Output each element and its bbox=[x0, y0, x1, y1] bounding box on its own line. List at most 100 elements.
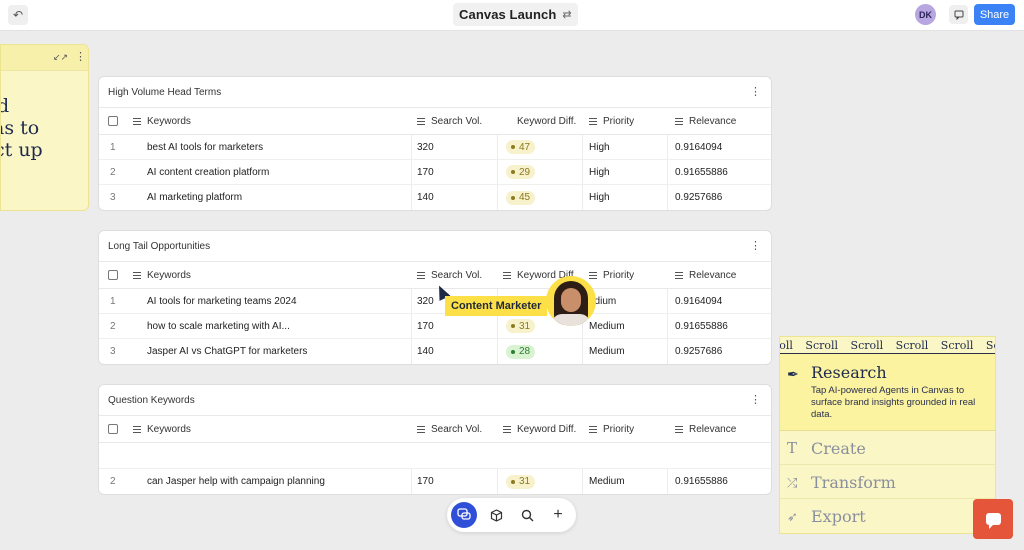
canvas-title: Canvas Launch bbox=[459, 7, 557, 22]
column-keywords[interactable]: Keywords bbox=[147, 116, 191, 127]
comment-button[interactable] bbox=[949, 5, 968, 24]
kd-badge: 31 bbox=[506, 474, 536, 489]
priority-cell[interactable]: Medium bbox=[589, 314, 625, 338]
relevance-cell[interactable]: 0.9257686 bbox=[675, 185, 722, 210]
search-vol-cell[interactable]: 320 bbox=[417, 135, 434, 159]
chat-support-button[interactable] bbox=[973, 499, 1013, 539]
text-column-icon bbox=[417, 117, 425, 125]
table-high-volume: High Volume Head Terms ⋮ Keywords Search… bbox=[98, 76, 772, 211]
keyword-cell[interactable]: AI tools for marketing teams 2024 bbox=[147, 289, 297, 313]
feature-label: Transform bbox=[811, 473, 896, 492]
marquee-word: Scroll bbox=[940, 339, 974, 352]
table-question-keywords: Question Keywords ⋮ Keywords Search Vol.… bbox=[98, 384, 772, 495]
pen-nib-icon: ✒ bbox=[787, 366, 799, 382]
relevance-cell[interactable]: 0.9257686 bbox=[675, 339, 722, 364]
row-number: 1 bbox=[110, 295, 116, 307]
table-row[interactable]: 2 how to scale marketing with AI... 170 … bbox=[99, 314, 771, 339]
relevance-cell[interactable]: 0.91655886 bbox=[675, 469, 728, 494]
table-header: Question Keywords ⋮ bbox=[99, 385, 771, 416]
column-priority[interactable]: Priority bbox=[603, 116, 634, 127]
marquee-word: Scroll bbox=[985, 339, 995, 352]
user-avatar[interactable]: DK bbox=[915, 4, 936, 25]
priority-cell[interactable]: Medium bbox=[589, 339, 625, 364]
collapse-icon[interactable]: ↙↗ bbox=[53, 52, 68, 63]
priority-cell[interactable]: Medium bbox=[589, 469, 625, 494]
kebab-menu-icon[interactable]: ⋮ bbox=[750, 85, 761, 98]
column-search-vol[interactable]: Search Vol. bbox=[431, 270, 482, 281]
kd-badge: 28 bbox=[506, 344, 536, 359]
chat-icon bbox=[457, 508, 471, 520]
kd-badge: 29 bbox=[506, 165, 536, 179]
keyword-cell[interactable]: AI content creation platform bbox=[147, 160, 269, 184]
column-keywords[interactable]: Keywords bbox=[147, 270, 191, 281]
column-search-vol[interactable]: Search Vol. bbox=[431, 424, 482, 435]
note-text: d as to ct up bbox=[1, 95, 48, 161]
column-keyword-diff[interactable]: Keyword Diff. bbox=[517, 116, 576, 127]
chat-mode-button[interactable] bbox=[451, 502, 477, 528]
feature-item-export[interactable]: ➶ Export bbox=[780, 499, 995, 533]
priority-cell[interactable]: High bbox=[589, 160, 610, 184]
keyword-cell[interactable]: Jasper AI vs ChatGPT for marketers bbox=[147, 339, 307, 364]
column-relevance[interactable]: Relevance bbox=[689, 424, 736, 435]
text-column-icon bbox=[417, 271, 425, 279]
table-row[interactable]: 3 AI marketing platform 140 45 High 0.92… bbox=[99, 185, 771, 210]
table-row[interactable]: 2 can Jasper help with campaign planning… bbox=[99, 469, 771, 494]
priority-cell[interactable]: High bbox=[589, 185, 610, 210]
keyword-cell[interactable]: can Jasper help with campaign planning bbox=[147, 469, 325, 494]
feature-item-create[interactable]: T Create bbox=[780, 431, 995, 465]
text-column-icon bbox=[675, 117, 683, 125]
relevance-cell[interactable]: 0.91655886 bbox=[675, 314, 728, 338]
search-vol-cell[interactable]: 170 bbox=[417, 314, 434, 338]
table-header: High Volume Head Terms ⋮ bbox=[99, 77, 771, 108]
search-vol-cell[interactable]: 140 bbox=[417, 339, 434, 364]
keyword-cell[interactable]: how to scale marketing with AI... bbox=[147, 314, 290, 338]
search-button[interactable] bbox=[514, 502, 540, 528]
column-keywords[interactable]: Keywords bbox=[147, 424, 191, 435]
relevance-cell[interactable]: 0.91655886 bbox=[675, 160, 728, 184]
kebab-menu-icon[interactable]: ⋮ bbox=[750, 393, 761, 406]
rocket-icon: ➶ bbox=[787, 509, 798, 524]
column-keyword-diff[interactable]: Keyword Diff. bbox=[517, 424, 576, 435]
feature-item-research[interactable]: ✒ Research Tap AI-powered Agents in Canv… bbox=[780, 354, 995, 431]
row-number: 3 bbox=[110, 192, 116, 203]
feature-item-transform[interactable]: ⤮ Transform bbox=[780, 465, 995, 499]
table-row[interactable]: 3 Jasper AI vs ChatGPT for marketers 140… bbox=[99, 339, 771, 364]
add-button[interactable]: + bbox=[545, 502, 571, 528]
keyword-cell[interactable]: AI marketing platform bbox=[147, 185, 242, 210]
column-search-vol[interactable]: Search Vol. bbox=[431, 116, 482, 127]
select-all-checkbox[interactable] bbox=[108, 424, 118, 434]
left-note-card[interactable]: ↙↗ ⋮ d as to ct up bbox=[0, 44, 89, 211]
kebab-menu-icon[interactable]: ⋮ bbox=[75, 50, 86, 63]
search-vol-cell[interactable]: 320 bbox=[417, 289, 434, 313]
table-row[interactable]: 2 AI content creation platform 170 29 Hi… bbox=[99, 160, 771, 185]
select-all-checkbox[interactable] bbox=[108, 116, 118, 126]
kd-badge: 45 bbox=[506, 190, 536, 205]
column-priority[interactable]: Priority bbox=[603, 270, 634, 281]
select-all-checkbox[interactable] bbox=[108, 270, 118, 280]
text-column-icon bbox=[589, 425, 597, 433]
share-button[interactable]: Share bbox=[974, 4, 1015, 25]
canvas-title-button[interactable]: Canvas Launch ⇄ bbox=[453, 3, 578, 26]
kebab-menu-icon[interactable]: ⋮ bbox=[750, 239, 761, 252]
text-column-icon bbox=[589, 271, 597, 279]
relevance-cell[interactable]: 0.9164094 bbox=[675, 135, 722, 159]
table-long-tail: Long Tail Opportunities ⋮ Keywords Searc… bbox=[98, 230, 772, 365]
column-relevance[interactable]: Relevance bbox=[689, 116, 736, 127]
column-priority[interactable]: Priority bbox=[603, 424, 634, 435]
search-vol-cell[interactable]: 170 bbox=[417, 469, 434, 494]
column-header-row: Keywords Search Vol. Keyword Diff. Prior… bbox=[99, 416, 771, 443]
priority-cell[interactable]: High bbox=[589, 135, 610, 159]
column-relevance[interactable]: Relevance bbox=[689, 270, 736, 281]
feature-description: Tap AI-powered Agents in Canvas to surfa… bbox=[811, 385, 976, 420]
undo-button[interactable]: ↶ bbox=[8, 5, 28, 25]
text-icon: T bbox=[787, 439, 798, 457]
search-vol-cell[interactable]: 140 bbox=[417, 185, 434, 210]
cube-button[interactable] bbox=[483, 502, 509, 528]
kd-badge: 47 bbox=[506, 140, 536, 154]
relevance-cell[interactable]: 0.9164094 bbox=[675, 289, 722, 313]
top-bar: ↶ Canvas Launch ⇄ DK Share bbox=[0, 0, 1024, 31]
table-row[interactable]: 1 best AI tools for marketers 320 47 Hig… bbox=[99, 135, 771, 160]
search-vol-cell[interactable]: 170 bbox=[417, 160, 434, 184]
kd-badge: 31 bbox=[506, 319, 536, 333]
keyword-cell[interactable]: best AI tools for marketers bbox=[147, 135, 263, 159]
